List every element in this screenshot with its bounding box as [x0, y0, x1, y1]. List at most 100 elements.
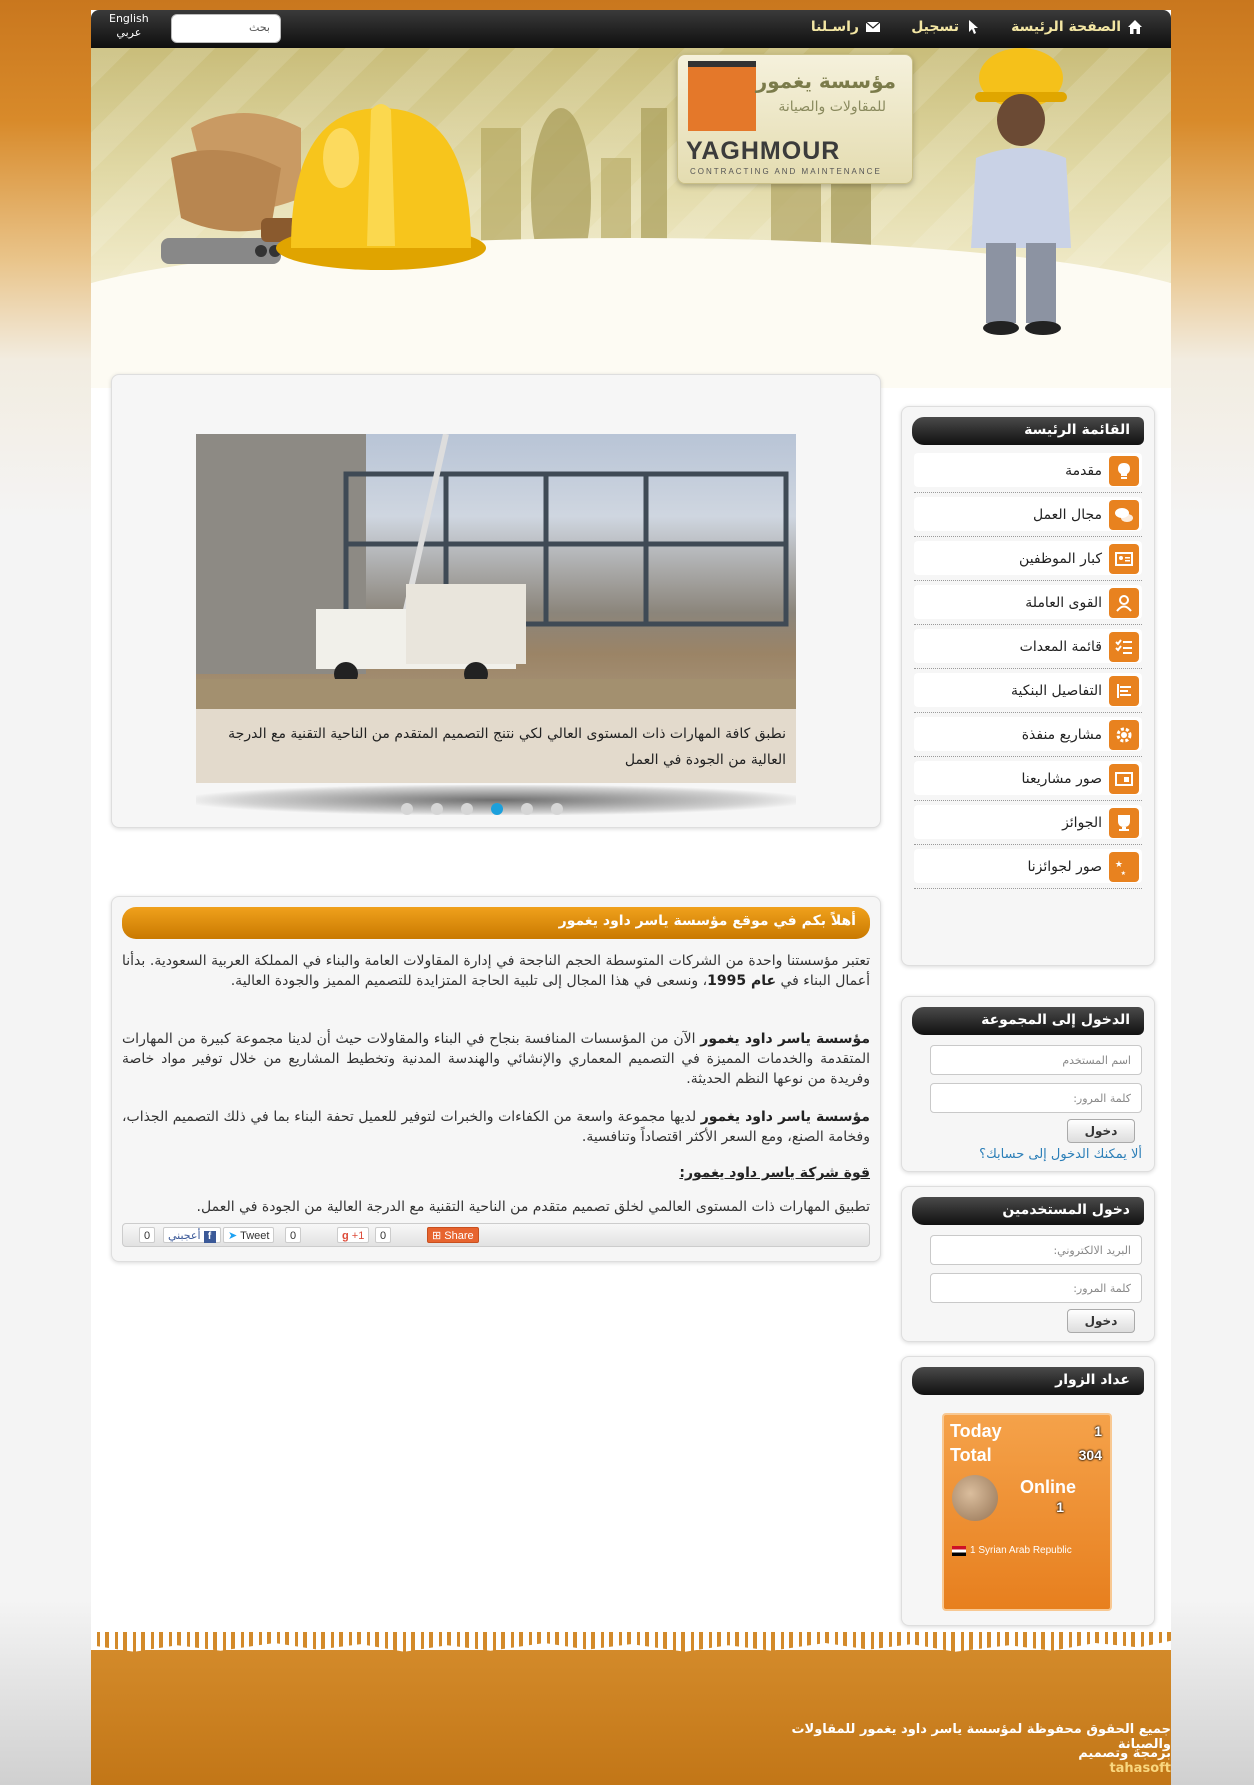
chat-bubbles-icon — [1109, 500, 1139, 530]
id-card-icon — [1109, 544, 1139, 574]
menu-item-senior-staff[interactable]: كبار الموظفين — [914, 537, 1142, 581]
today-value: 1 — [1094, 1423, 1102, 1439]
nav-register-link[interactable]: تسجيل — [911, 19, 981, 35]
visitor-counter-title: عداد الزوار — [912, 1367, 1144, 1395]
language-switcher[interactable]: English عربي — [109, 12, 149, 40]
picture-icon — [1109, 764, 1139, 794]
menu-item-completed-projects[interactable]: مشاريع منفذة — [914, 713, 1142, 757]
online-value: 1 — [1056, 1499, 1064, 1515]
helmet-illustration — [276, 104, 486, 270]
syria-flag-icon — [952, 1545, 966, 1556]
country-row: 1 Syrian Arab Republic — [952, 1545, 1072, 1556]
tweet-count: 0 — [285, 1227, 302, 1243]
nav-contact-label: راسـلنا — [810, 19, 859, 35]
article-paragraph-3: مؤسسة ياسر داود يغمور لديها مجموعة واسعة… — [122, 1109, 870, 1145]
social-share-bar: 0 f أعجبني ➤ Tweet 0 g +1 0 ⊞ Share — [122, 1223, 870, 1247]
group-login-button[interactable]: دخول — [1067, 1119, 1135, 1143]
engineer-illustration — [971, 48, 1071, 335]
slider-dot-3[interactable] — [461, 803, 473, 815]
menu-item-equipment-list[interactable]: قائمة المعدات — [914, 625, 1142, 669]
google-plus-count: 0 — [375, 1227, 392, 1243]
tahasoft-link[interactable]: tahasoft — [1109, 1761, 1171, 1776]
menu-item-introduction[interactable]: مقدمة — [914, 449, 1142, 493]
svg-text:★: ★ — [1115, 860, 1123, 870]
stars-icon: ★★★ — [1109, 852, 1139, 882]
menu-item-award-photos[interactable]: ★★★ صور لجوائزنا — [914, 845, 1142, 889]
google-plus-button[interactable]: g +1 — [337, 1227, 370, 1243]
welcome-article-panel: أهلاً بكم في موقع مؤسسة ياسر داود يغمور … — [111, 896, 881, 1262]
lang-arabic-link[interactable]: عربي — [109, 26, 149, 40]
nav-home-label: الصفحة الرئيسة — [1011, 19, 1121, 35]
svg-text:★: ★ — [1121, 870, 1126, 877]
slider-dot-6[interactable] — [551, 803, 563, 815]
envelope-icon — [865, 21, 881, 32]
award-icon — [1109, 808, 1139, 838]
main-menu-title: القائمة الرئيسة — [912, 417, 1144, 445]
group-login-panel: الدخول إلى المجموعة اسم المستخدم كلمة ال… — [901, 996, 1155, 1172]
logo-english-tagline: CONTRACTING AND MAINTENANCE — [690, 167, 882, 176]
menu-item-workforce[interactable]: القوى العاملة — [914, 581, 1142, 625]
slider-image[interactable] — [196, 434, 796, 709]
total-label: Total — [950, 1445, 992, 1465]
group-password-field[interactable]: كلمة المرور: — [930, 1083, 1142, 1113]
nav-register-label: تسجيل — [911, 19, 959, 35]
menu-item-bank-details[interactable]: التفاصيل البنكية — [914, 669, 1142, 713]
slider-panel: نطبق كافة المهارات ذات المستوى العالي لك… — [111, 374, 881, 828]
nav-contact-link[interactable]: راسـلنا — [811, 19, 881, 35]
visitor-counter-widget: Today 1 Total 304 Online 1 1 Syrian Arab… — [942, 1413, 1112, 1611]
slider-dot-2[interactable] — [431, 803, 443, 815]
search-input[interactable]: بحث — [171, 14, 281, 43]
article-paragraph-1: تعتبر مؤسستنا واحدة من الشركات المتوسطة … — [122, 953, 870, 989]
share-button[interactable]: ⊞ Share — [427, 1227, 479, 1243]
total-value: 304 — [1078, 1447, 1102, 1463]
main-menu-list: مقدمة مجال العمل كبار الموظفين القوى الع… — [914, 449, 1142, 889]
article-paragraph-2: مؤسسة ياسر داود يغمور الآن من المؤسسات ا… — [122, 1031, 870, 1087]
page: الصفحة الرئيسة تسجيل راسـلنا بحث English… — [91, 10, 1171, 1785]
bars-icon — [1109, 676, 1139, 706]
logo-english-name: YAGHMOUR — [686, 137, 841, 165]
lang-english-link[interactable]: English — [109, 12, 149, 26]
user-login-title: دخول المستخدمين — [912, 1197, 1144, 1225]
tweet-button[interactable]: ➤ Tweet — [223, 1227, 275, 1243]
user-login-panel: دخول المستخدمين البريد الالكتروني: كلمة … — [901, 1186, 1155, 1342]
nav-home-link[interactable]: الصفحة الرئيسة — [1011, 19, 1143, 35]
globe-icon — [952, 1475, 998, 1521]
article-title: أهلاً بكم في موقع مؤسسة ياسر داود يغمور — [122, 907, 870, 939]
construction-site-photo — [196, 434, 796, 709]
twitter-icon: ➤ — [228, 1230, 238, 1242]
lightbulb-icon — [1109, 456, 1139, 486]
company-logo[interactable]: مؤسسة يغمور للمقاولات والصيانة YAGHMOUR … — [677, 54, 913, 184]
today-label: Today — [950, 1421, 1002, 1441]
username-field[interactable]: اسم المستخدم — [930, 1045, 1142, 1075]
slider-dot-5[interactable] — [521, 803, 533, 815]
slider-dot-4[interactable] — [491, 803, 503, 815]
facebook-like-button[interactable]: f أعجبني — [163, 1227, 221, 1243]
header-banner: مؤسسة يغمور للمقاولات والصيانة YAGHMOUR … — [91, 48, 1171, 388]
slider-caption: نطبق كافة المهارات ذات المستوى العالي لك… — [196, 709, 796, 783]
logo-arabic-name: مؤسسة يغمور — [755, 69, 896, 93]
forgot-login-link[interactable]: ألا يمكنك الدخول إلى حسابك؟ — [979, 1147, 1142, 1162]
menu-item-field-of-work[interactable]: مجال العمل — [914, 493, 1142, 537]
facebook-like-count: 0 — [139, 1227, 156, 1243]
share-plus-icon: ⊞ — [432, 1230, 442, 1242]
cursor-icon — [969, 20, 978, 34]
users-icon — [1109, 588, 1139, 618]
home-icon — [1128, 20, 1142, 34]
menu-item-awards[interactable]: الجوائز — [914, 801, 1142, 845]
email-field[interactable]: البريد الالكتروني: — [930, 1235, 1142, 1265]
footer: جميع الحقوق محفوظة لمؤسسة ياسر داود يغمو… — [91, 1632, 1171, 1785]
visitor-counter-panel: عداد الزوار Today 1 Total 304 Online 1 1… — [901, 1356, 1155, 1626]
gear-icon — [1109, 720, 1139, 750]
credits-text: برمجة وتصميم tahasoft — [1019, 1746, 1171, 1776]
checklist-icon — [1109, 632, 1139, 662]
slider-dot-1[interactable] — [401, 803, 413, 815]
user-password-field[interactable]: كلمة المرور: — [930, 1273, 1142, 1303]
user-login-button[interactable]: دخول — [1067, 1309, 1135, 1333]
logo-arabic-tagline: للمقاولات والصيانة — [778, 99, 886, 115]
article-subheading: قوة شركة ياسر داود يغمور: — [679, 1165, 870, 1181]
main-menu-panel: القائمة الرئيسة مقدمة مجال العمل كبار ال… — [901, 406, 1155, 966]
logo-mark-icon — [688, 61, 756, 131]
group-login-title: الدخول إلى المجموعة — [912, 1007, 1144, 1035]
top-navigation-bar: الصفحة الرئيسة تسجيل راسـلنا بحث English… — [91, 10, 1171, 48]
menu-item-project-photos[interactable]: صور مشاريعنا — [914, 757, 1142, 801]
